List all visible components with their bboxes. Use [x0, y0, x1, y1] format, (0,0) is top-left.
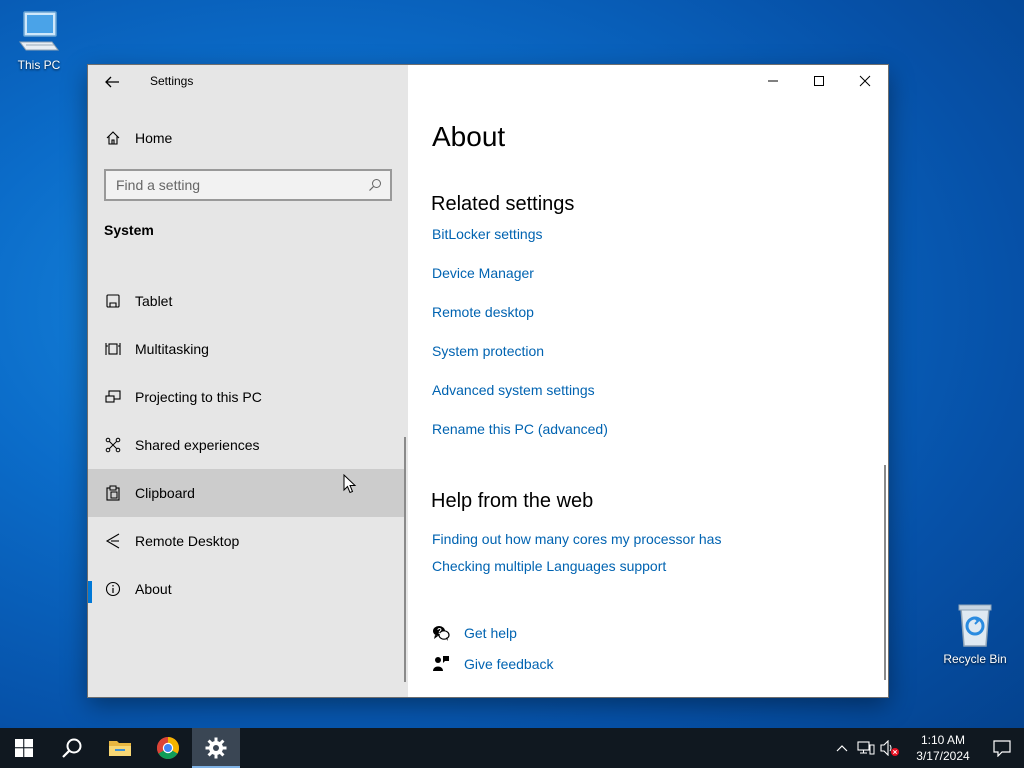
volume-muted-icon	[880, 740, 899, 756]
chrome-icon	[157, 737, 179, 759]
maximize-icon	[814, 76, 824, 86]
clock[interactable]: 1:10 AM 3/17/2024	[906, 732, 980, 764]
caption-buttons	[750, 65, 888, 97]
link-multiple-languages[interactable]: Checking multiple Languages support	[432, 558, 666, 574]
give-feedback-icon	[432, 655, 450, 673]
nav-list: Tablet Multitasking Projecting to this P…	[88, 277, 404, 613]
folder-icon	[109, 741, 131, 756]
nav-item-multitasking[interactable]: Multitasking	[88, 325, 404, 373]
gear-icon	[205, 737, 227, 759]
network-icon	[857, 741, 875, 755]
get-help-icon: ?	[432, 624, 450, 642]
nav-item-label: Tablet	[135, 293, 173, 309]
projecting-icon	[104, 388, 122, 406]
chrome-taskbar-button[interactable]	[144, 728, 192, 768]
minimize-button[interactable]	[750, 65, 796, 97]
app-title: Settings	[150, 74, 194, 88]
windows-logo-icon	[15, 739, 33, 757]
give-feedback-label: Give feedback	[464, 656, 554, 672]
show-hidden-icons-button[interactable]	[830, 728, 854, 768]
clock-time: 1:10 AM	[920, 733, 966, 747]
home-icon	[106, 131, 120, 145]
minimize-icon	[768, 80, 778, 82]
nav-item-projecting[interactable]: Projecting to this PC	[88, 373, 404, 421]
maximize-button[interactable]	[796, 65, 842, 97]
tablet-icon	[104, 292, 122, 310]
close-icon	[859, 75, 871, 87]
selected-indicator	[88, 581, 92, 603]
recycle-bin-icon	[958, 604, 992, 647]
chevron-up-icon	[836, 745, 848, 752]
nav-scrollbar[interactable]	[404, 437, 406, 682]
desktop-icon-this-pc[interactable]: This PC	[3, 10, 75, 72]
remote-desktop-icon	[104, 532, 122, 550]
back-arrow-icon	[105, 76, 119, 88]
info-icon	[104, 580, 122, 598]
search-input[interactable]	[106, 177, 368, 193]
help-from-web-heading: Help from the web	[431, 490, 594, 512]
get-help-label: Get help	[464, 625, 517, 641]
network-tray-icon[interactable]	[854, 728, 878, 768]
link-remote-desktop[interactable]: Remote desktop	[432, 304, 534, 320]
page-title: About	[432, 121, 506, 152]
recycle-bin-label: Recycle Bin	[943, 652, 1007, 666]
close-button[interactable]	[842, 65, 888, 97]
nav-item-label: Shared experiences	[135, 437, 260, 453]
section-heading: System	[104, 222, 154, 238]
nav-item-about[interactable]: About	[88, 565, 404, 613]
clipboard-icon	[104, 484, 122, 502]
shared-experiences-icon	[104, 436, 122, 454]
taskbar: 1:10 AM 3/17/2024	[0, 728, 1024, 768]
link-processor-cores[interactable]: Finding out how many cores my processor …	[432, 531, 721, 547]
navigation-pane: Settings Home System Tablet	[88, 65, 408, 697]
link-advanced-system-settings[interactable]: Advanced system settings	[432, 382, 595, 398]
clock-date: 3/17/2024	[916, 749, 970, 763]
search-icon	[62, 738, 82, 758]
title-bar[interactable]: Settings	[88, 65, 408, 97]
nav-item-label: Projecting to this PC	[135, 389, 262, 405]
home-nav-item[interactable]: Home	[88, 121, 408, 155]
nav-item-tablet[interactable]: Tablet	[88, 277, 404, 325]
desktop-icon-recycle-bin[interactable]: Recycle Bin	[939, 602, 1011, 666]
file-explorer-taskbar-button[interactable]	[96, 728, 144, 768]
settings-window: Settings Home System Tablet	[88, 65, 888, 697]
search-box[interactable]	[104, 169, 392, 201]
volume-tray-icon[interactable]	[878, 728, 902, 768]
settings-taskbar-button[interactable]	[192, 728, 240, 768]
mouse-pointer-icon	[343, 474, 357, 494]
search-icon[interactable]	[368, 178, 382, 192]
start-button[interactable]	[0, 728, 48, 768]
back-button[interactable]	[100, 71, 124, 93]
link-system-protection[interactable]: System protection	[432, 343, 544, 359]
link-device-manager[interactable]: Device Manager	[432, 265, 534, 281]
computer-icon	[19, 11, 59, 51]
nav-item-label: Multitasking	[135, 341, 209, 357]
content-scrollbar[interactable]	[884, 465, 886, 680]
search-taskbar-button[interactable]	[48, 728, 96, 768]
nav-item-label: Clipboard	[135, 485, 195, 501]
nav-item-shared-experiences[interactable]: Shared experiences	[88, 421, 404, 469]
system-tray: 1:10 AM 3/17/2024	[830, 728, 1024, 768]
this-pc-label: This PC	[17, 58, 61, 72]
content-pane: About Related settings BitLocker setting…	[408, 65, 888, 697]
give-feedback-link[interactable]: Give feedback	[432, 655, 554, 673]
related-settings-heading: Related settings	[431, 193, 575, 215]
get-help-link[interactable]: ? Get help	[432, 624, 517, 642]
notification-icon	[993, 740, 1011, 757]
home-label: Home	[135, 130, 173, 146]
link-rename-this-pc[interactable]: Rename this PC (advanced)	[432, 421, 608, 437]
link-bitlocker-settings[interactable]: BitLocker settings	[432, 226, 543, 242]
multitasking-icon	[104, 340, 122, 358]
action-center-button[interactable]	[980, 728, 1024, 768]
nav-item-label: About	[135, 581, 172, 597]
svg-text:?: ?	[437, 627, 442, 636]
nav-item-label: Remote Desktop	[135, 533, 240, 549]
nav-item-remote-desktop[interactable]: Remote Desktop	[88, 517, 404, 565]
